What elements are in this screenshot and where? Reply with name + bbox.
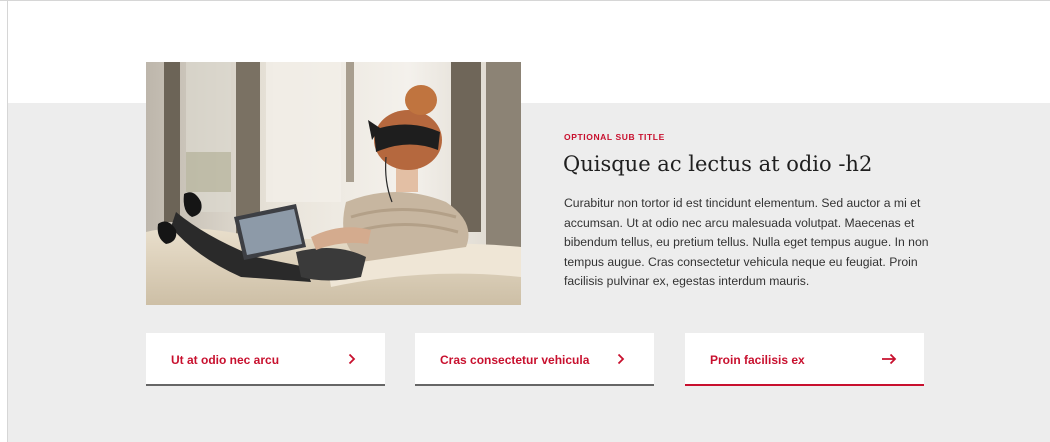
link-card-label: Cras consectetur vehicula: [440, 353, 590, 367]
feature-sub-title: OPTIONAL SUB TITLE: [564, 132, 665, 142]
feature-body-text: Curabitur non tortor id est tincidunt el…: [564, 196, 929, 289]
link-card-cras-consectetur[interactable]: Cras consectetur vehicula: [415, 333, 654, 386]
link-card-proin-facilisis[interactable]: Proin facilisis ex: [685, 333, 924, 386]
link-card-ut-at-odio[interactable]: Ut at odio nec arcu: [146, 333, 385, 386]
link-card-label: Proin facilisis ex: [710, 353, 805, 367]
arrow-right-icon: [881, 352, 897, 370]
chevron-right-icon: [348, 352, 356, 370]
link-card-label: Ut at odio nec arcu: [171, 353, 280, 367]
feature-heading: Quisque ac lectus at odio -h2: [563, 152, 873, 176]
chevron-right-icon: [617, 352, 625, 370]
feature-photo: [146, 62, 521, 305]
page-top-border: [0, 0, 1050, 1]
